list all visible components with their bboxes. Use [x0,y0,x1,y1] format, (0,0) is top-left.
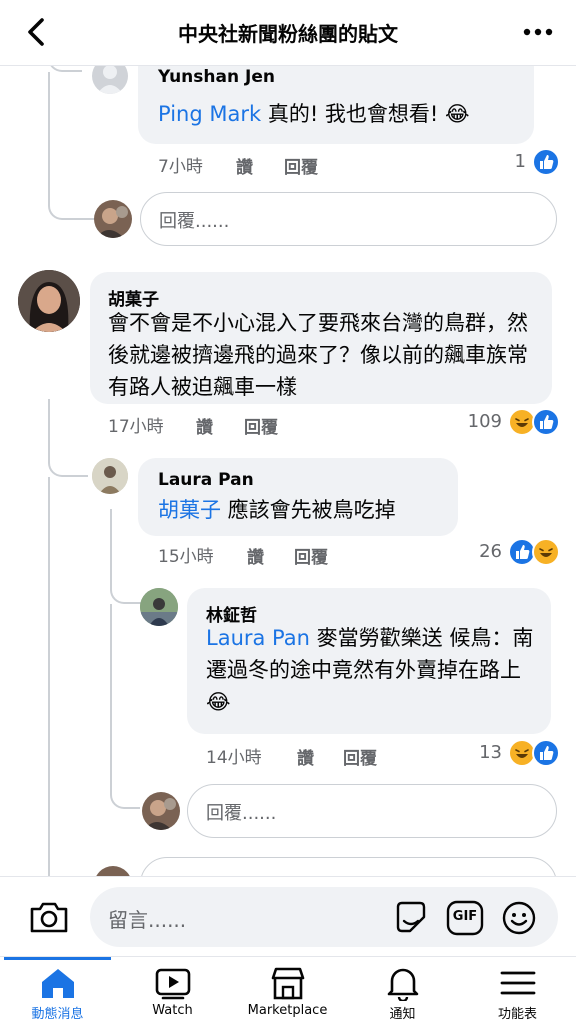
reply-link[interactable]: 回覆 [343,744,377,769]
camera-button[interactable] [28,897,70,937]
nav-item-watch[interactable]: Watch [115,957,230,1024]
thread-line [48,72,94,220]
haha-reaction-icon [532,538,560,566]
thread-line [48,399,88,477]
avatar[interactable] [18,270,80,332]
bell-icon [387,968,418,1001]
nav-label: Watch [152,1003,193,1018]
thread-line [110,509,142,604]
comment-body: 真的! 我也會想看! 😂 [261,102,470,126]
reply-link[interactable]: 回覆 [294,543,328,568]
nav-item-marketplace[interactable]: Marketplace [230,957,345,1024]
comment-author[interactable]: Yunshan Jen [158,67,275,87]
default-avatar-icon [97,66,123,94]
avatar[interactable] [92,458,128,494]
marketplace-icon [271,967,304,1000]
comment-time: 7小時 [158,157,203,177]
comment-time: 14小時 [206,748,262,768]
reaction-count[interactable]: 13 [446,742,502,763]
comment-text: Ping Mark 真的! 我也會想看! 😂 [158,98,528,130]
page-title: 中央社新聞粉絲團的貼文 [178,22,398,46]
reply-placeholder: 回覆...... [206,803,277,824]
nav-item-menu[interactable]: 功能表 [460,957,575,1024]
sticker-button[interactable] [392,899,430,937]
sticker-icon [396,901,426,933]
gif-button[interactable]: GIF [446,899,484,937]
reaction-count[interactable]: 109 [440,411,502,432]
like-reaction-icon [532,408,560,436]
mention-link[interactable]: Laura Pan [206,626,310,650]
top-bar: 中央社新聞粉絲團的貼文 [0,0,576,66]
reply-placeholder: 回覆...... [159,211,230,232]
nav-label: 通知 [389,1007,416,1022]
like-link[interactable]: 讚 [236,153,253,178]
nav-item-news-feed[interactable]: 動態消息 [0,957,115,1024]
reply-link[interactable]: 回覆 [244,413,278,438]
nav-label: Marketplace [247,1003,328,1018]
home-icon [41,969,74,998]
thread-line [110,604,140,809]
camera-icon [30,902,68,933]
bottom-navigation: 動態消息 Watch Marketplace 通知 功能表 [0,956,576,1024]
mention-link[interactable]: 胡菓子 [158,498,221,522]
more-options-button[interactable] [516,14,560,50]
comment-text: 胡菓子 應該會先被鳥吃掉 [158,494,448,526]
comment-compose-bar: 留言...... GIF [0,876,576,956]
reply-input[interactable] [140,857,557,876]
comment-body: 應該會先被鳥吃掉 [221,498,396,522]
like-reaction-icon [532,739,560,767]
avatar[interactable] [92,66,128,94]
reply-link[interactable]: 回覆 [284,153,318,178]
comment-placeholder: 留言...... [108,908,187,932]
comment-text: Laura Pan 麥當勞歡樂送 候鳥：南遷過冬的途中竟然有外賣掉在路上😂 [206,622,540,718]
thread-line [48,477,50,876]
nav-label: 動態消息 [31,1007,84,1022]
like-link[interactable]: 讚 [297,744,314,769]
mention-link[interactable]: Ping Mark [158,102,261,126]
comment-time: 15小時 [158,547,214,567]
reaction-count[interactable]: 1 [474,151,526,172]
watch-icon [155,968,190,1000]
emoji-icon [502,901,536,935]
nav-item-notifications[interactable]: 通知 [345,957,460,1024]
reply-input[interactable]: 回覆...... [140,192,557,246]
like-reaction-icon [532,148,560,176]
comment-text: 會不會是不小心混入了要飛來台灣的鳥群，然後就邊被擠邊飛的過來了？像以前的飆車族常… [108,311,528,399]
menu-icon [500,971,535,995]
comment-time: 17小時 [108,417,164,437]
my-avatar [142,792,180,830]
reply-input[interactable]: 回覆...... [187,784,557,838]
like-link[interactable]: 讚 [247,543,264,568]
my-avatar [94,200,132,238]
comment-thread[interactable]: Yunshan Jen Ping Mark 真的! 我也會想看! 😂 7小時 讚… [0,66,576,876]
like-link[interactable]: 讚 [196,413,213,438]
more-icon [523,28,553,36]
nav-label: 功能表 [497,1007,537,1022]
comment-author[interactable]: Laura Pan [158,470,254,490]
comment-input[interactable]: 留言...... GIF [90,887,558,947]
my-avatar [94,866,132,876]
reaction-count[interactable]: 26 [446,541,502,562]
gif-label: GIF [452,909,478,924]
emoji-button[interactable] [500,899,538,937]
avatar[interactable] [140,588,178,626]
